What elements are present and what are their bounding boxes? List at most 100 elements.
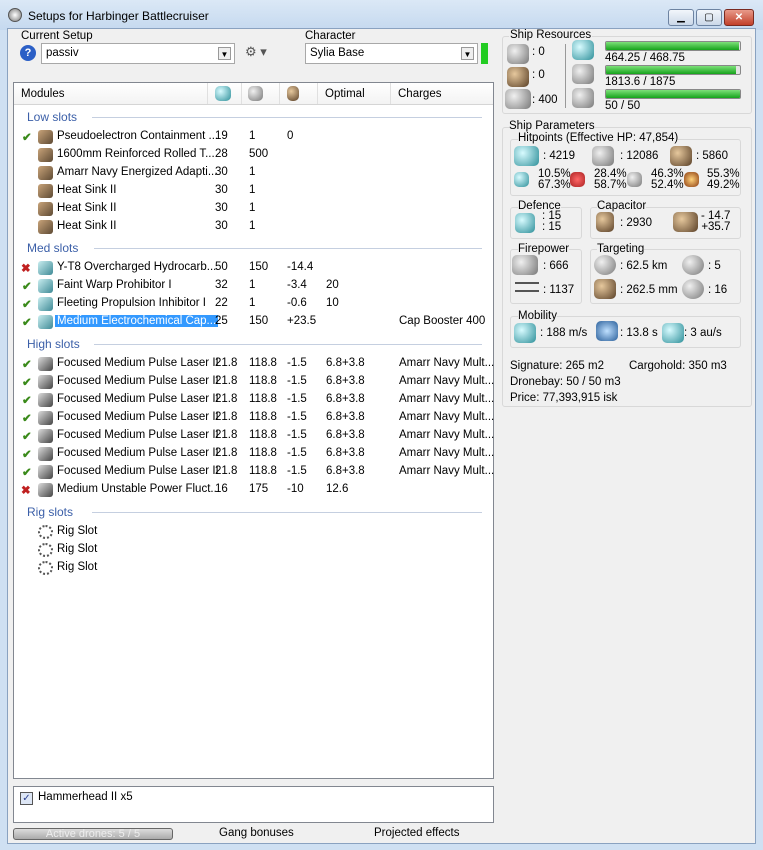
module-pg: 118.8 [249, 411, 277, 423]
drone-checkbox[interactable]: ✓ [20, 792, 33, 805]
module-cpu: 21.8 [215, 447, 238, 459]
gang-bonuses-tab[interactable]: Gang bonuses [219, 827, 294, 839]
module-row[interactable]: ✔ Focused Medium Pulse Laser II 21.8 118.8-… [14, 373, 494, 391]
module-icon [38, 375, 53, 389]
col-optimal[interactable]: Optimal [325, 88, 365, 100]
module-name: Pseudoelectron Containment ... [57, 130, 219, 142]
capacitor-icon[interactable] [287, 86, 299, 101]
module-offline-icon[interactable]: ✖ [21, 261, 31, 275]
module-optimal: 6.8+3.8 [326, 357, 365, 369]
module-icon [38, 184, 53, 198]
module-row[interactable]: ✖ Medium Unstable Power Fluct... 16 175 -10 1… [14, 481, 493, 499]
module-active-icon[interactable]: ✔ [22, 315, 32, 329]
calibration-icon [505, 89, 531, 109]
module-active-icon[interactable]: ✔ [22, 375, 32, 389]
module-pg: 118.8 [249, 393, 277, 405]
title-bar: Setups for Harbinger Battlecruiser ▁ ▢ ✕ [0, 0, 763, 30]
module-active-icon[interactable]: ✔ [22, 447, 32, 461]
shield-icon [514, 146, 539, 166]
projected-effects-tab[interactable]: Projected effects [374, 827, 459, 839]
minimize-button[interactable]: ▁ [668, 9, 694, 26]
module-cap: -3.4 [287, 279, 307, 291]
armor-icon [592, 146, 614, 166]
col-charges[interactable]: Charges [398, 88, 441, 100]
module-icon [38, 315, 53, 329]
col-modules[interactable]: Modules [21, 88, 64, 100]
module-icon [38, 202, 53, 216]
defence-value-2: : 15 [542, 221, 562, 233]
module-row[interactable]: 1600mm Reinforced Rolled T... 28 500 [14, 146, 493, 164]
character-select[interactable]: Sylia Base ▼ [305, 43, 478, 64]
module-icon [38, 279, 53, 293]
module-row[interactable]: ✔ Focused Medium Pulse Laser II 21.8 118.8-… [14, 445, 494, 463]
module-icon [38, 166, 53, 180]
module-pg: 118.8 [249, 429, 277, 441]
module-offline-icon[interactable]: ✖ [21, 483, 31, 497]
module-active-icon[interactable]: ✔ [22, 465, 32, 479]
module-name: Focused Medium Pulse Laser II [57, 375, 219, 387]
close-button[interactable]: ✕ [724, 9, 754, 26]
module-row[interactable]: ✔ Pseudoelectron Containment ... 19 1 0 [14, 128, 493, 146]
module-row[interactable]: Rig Slot [14, 559, 493, 577]
module-icon [38, 220, 53, 234]
kinetic-resist-icon [627, 172, 642, 187]
module-active-icon[interactable]: ✔ [22, 411, 32, 425]
drones-list[interactable]: ✓ Hammerhead II x5 [13, 786, 494, 823]
module-cpu: 21.8 [215, 465, 238, 477]
capacitor-title: Capacitor [597, 200, 647, 212]
module-row[interactable]: ✔ Faint Warp Prohibitor I 32 1 -3.4 20 [14, 277, 493, 295]
module-icon [38, 465, 53, 479]
powergrid-icon[interactable] [248, 86, 263, 101]
module-active-icon[interactable]: ✔ [22, 429, 32, 443]
cpu-bar [605, 41, 741, 51]
module-active-icon[interactable]: ✔ [22, 393, 32, 407]
module-row[interactable]: ✖ Y-T8 Overcharged Hydrocarb... 50 150 -14.4 [14, 259, 493, 277]
module-row[interactable]: Rig Slot [14, 523, 493, 541]
setup-tools-button[interactable]: ⚙ ▾ [245, 44, 279, 64]
turret-slots: : 0 [532, 46, 545, 58]
module-active-icon[interactable]: ✔ [22, 130, 32, 144]
hull-icon [670, 146, 692, 166]
module-name: Y-T8 Overcharged Hydrocarb... [57, 261, 217, 273]
cpu-icon[interactable] [215, 86, 231, 101]
module-cap: -1.5 [287, 357, 307, 369]
module-row[interactable]: Rig Slot [14, 541, 493, 559]
rig-slot-icon [38, 561, 53, 575]
module-name: Focused Medium Pulse Laser II [57, 429, 219, 441]
modules-list[interactable]: Modules Optimal Charges Low slots ✔ Pseudo… [13, 82, 494, 779]
module-row[interactable]: ✔ Medium Electrochemical Cap... 25 150 +23.5… [14, 313, 493, 331]
module-row[interactable]: Amarr Navy Energized Adapti... 30 1 [14, 164, 493, 182]
launcher-icon [507, 67, 529, 87]
group-divider [92, 512, 482, 513]
module-row[interactable]: ✔ Focused Medium Pulse Laser II 21.8 118.8-… [14, 427, 494, 445]
module-row[interactable]: ✔ Focused Medium Pulse Laser II 21.8 118.8-… [14, 391, 494, 409]
module-row[interactable]: ✔ Focused Medium Pulse Laser II 21.8 118.8-… [14, 463, 494, 481]
module-row[interactable]: ✔ Fleeting Propulsion Inhibitor I 22 1 -0.6 1… [14, 295, 493, 313]
signature: Signature: 265 m2 [510, 360, 604, 372]
module-row[interactable]: Heat Sink II 30 1 [14, 182, 493, 200]
module-optimal: 10 [326, 297, 339, 309]
module-active-icon[interactable]: ✔ [22, 279, 32, 293]
module-charges: Amarr Navy Mult... [399, 411, 495, 423]
active-drones-tab[interactable]: Active drones: 5 / 5 [13, 828, 173, 840]
module-active-icon[interactable]: ✔ [22, 357, 32, 371]
help-icon[interactable]: ? [20, 45, 36, 61]
module-row[interactable]: Heat Sink II 30 1 [14, 218, 493, 236]
module-active-icon[interactable]: ✔ [22, 297, 32, 311]
module-cap: -1.5 [287, 393, 307, 405]
powergrid-bar [605, 65, 741, 75]
module-row[interactable]: ✔ Focused Medium Pulse Laser II 21.8 118.8-… [14, 409, 495, 427]
targeting-range: : 62.5 km [620, 260, 668, 272]
drone-bandwidth-value: 50 / 50 [605, 100, 641, 112]
module-optimal: 6.8+3.8 [326, 411, 365, 423]
module-cpu: 50 [215, 261, 228, 273]
module-name: Heat Sink II [57, 220, 117, 232]
maximize-button[interactable]: ▢ [696, 9, 722, 26]
module-row[interactable]: ✔ Focused Medium Pulse Laser II 21.8 118.8-… [14, 355, 494, 373]
explosive-resist: 55.3% 49.2% [707, 168, 740, 191]
drone-item[interactable]: Hammerhead II x5 [38, 791, 133, 803]
module-name: Heat Sink II [57, 184, 117, 196]
module-row[interactable]: Heat Sink II 30 1 [14, 200, 493, 218]
sensor-strength: : 16 [708, 284, 728, 296]
setup-select[interactable]: passiv ▼ [41, 43, 235, 64]
